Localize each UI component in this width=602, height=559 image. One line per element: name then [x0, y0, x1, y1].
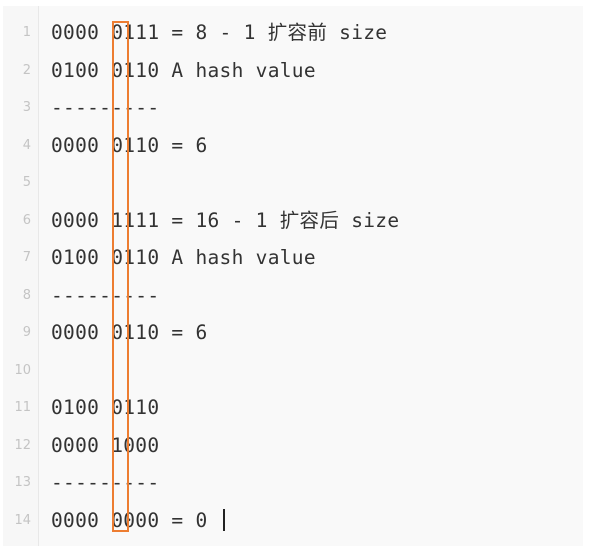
- line-number-11: 11: [14, 400, 31, 415]
- text-caret: [223, 509, 225, 531]
- code-line-text[interactable]: 0100 0110 A hash value: [51, 52, 316, 89]
- line-number: 4: [3, 127, 38, 164]
- code-area[interactable]: 0000 0111 = 8 - 1 扩容前 size 0100 0110 A h…: [39, 6, 583, 546]
- line-number-10: 10: [14, 362, 31, 378]
- line-number: 11: [3, 389, 38, 426]
- line-number: 2: [3, 52, 38, 89]
- line-number-12: 12: [14, 437, 31, 453]
- code-line[interactable]: 0000 1111 = 16 - 1 扩容后 size: [39, 202, 583, 239]
- code-line-text[interactable]: ---------: [51, 89, 159, 126]
- code-line-text[interactable]: ---------: [51, 464, 159, 501]
- line-number-1: 1: [22, 25, 31, 40]
- line-number-3: 3: [22, 100, 31, 115]
- line-number: 13: [3, 464, 38, 501]
- code-line[interactable]: ---------: [39, 464, 583, 501]
- line-number-14: 14: [14, 512, 31, 528]
- code-line-text[interactable]: 0000 1111 = 16 - 1 扩容后 size: [51, 202, 399, 239]
- code-line-text[interactable]: 0000 0110 = 6: [51, 127, 208, 164]
- line-number-gutter: 1 2 3 4 5 6 7 8 9 10 11 12 13 14: [3, 6, 39, 546]
- code-line[interactable]: [39, 352, 583, 389]
- line-number: 10: [3, 352, 38, 389]
- line-number-13: 13: [14, 475, 31, 490]
- code-line[interactable]: 0000 0111 = 8 - 1 扩容前 size: [39, 14, 583, 51]
- line-number-2: 2: [22, 62, 31, 78]
- line-number: 8: [3, 277, 38, 314]
- code-line-text[interactable]: 0000 0110 = 6: [51, 314, 208, 351]
- code-line[interactable]: 0000 0000 = 0: [39, 502, 583, 539]
- code-editor[interactable]: 1 2 3 4 5 6 7 8 9 10 11 12 13 14 0000 01…: [3, 6, 583, 546]
- code-line-text[interactable]: 0000 1000: [51, 427, 159, 464]
- code-line-text[interactable]: 0000 0000 = 0: [51, 502, 208, 539]
- line-number-6: 6: [22, 212, 31, 228]
- line-number: 12: [3, 427, 38, 464]
- code-line[interactable]: 0000 0110 = 6: [39, 314, 583, 351]
- code-line[interactable]: ---------: [39, 89, 583, 126]
- line-number: 9: [3, 314, 38, 351]
- code-line[interactable]: ---------: [39, 277, 583, 314]
- code-line[interactable]: 0100 0110 A hash value: [39, 52, 583, 89]
- line-number: 5: [3, 164, 38, 201]
- code-line-text[interactable]: 0100 0110 A hash value: [51, 239, 316, 276]
- line-number-8: 8: [22, 287, 31, 303]
- code-line[interactable]: 0000 0110 = 6: [39, 127, 583, 164]
- line-number-4: 4: [22, 137, 31, 153]
- code-line[interactable]: 0100 0110: [39, 389, 583, 426]
- line-number: 1: [3, 14, 38, 51]
- line-number-7: 7: [22, 250, 31, 265]
- line-number-9: 9: [22, 325, 31, 340]
- line-number: 6: [3, 202, 38, 239]
- code-line[interactable]: [39, 164, 583, 201]
- code-line[interactable]: 0000 1000: [39, 427, 583, 464]
- code-line-text[interactable]: 0100 0110: [51, 389, 159, 426]
- line-number: 14: [3, 502, 38, 539]
- code-line[interactable]: 0100 0110 A hash value: [39, 239, 583, 276]
- line-number: 3: [3, 89, 38, 126]
- code-line-text[interactable]: ---------: [51, 277, 159, 314]
- code-line-text[interactable]: 0000 0111 = 8 - 1 扩容前 size: [51, 14, 387, 51]
- line-number-5: 5: [22, 175, 31, 190]
- line-number: 7: [3, 239, 38, 276]
